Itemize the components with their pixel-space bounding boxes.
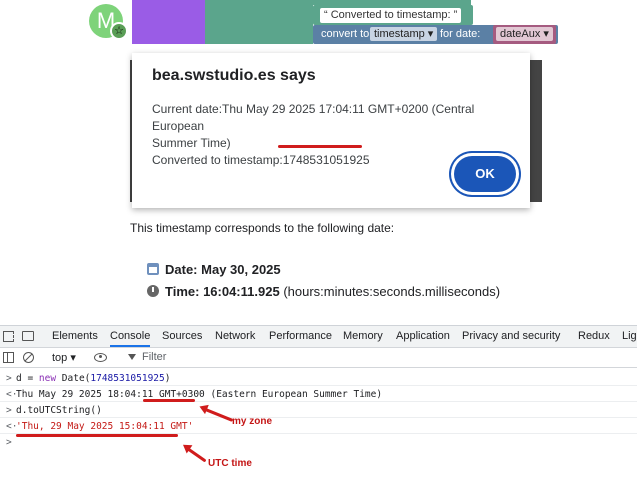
convert-type-dropdown[interactable]: timestamp ▾ bbox=[370, 27, 438, 41]
variable-dropdown[interactable]: dateAux ▾ bbox=[496, 27, 553, 41]
context-selector[interactable]: top ▾ bbox=[52, 351, 76, 364]
tab-console[interactable]: Console bbox=[110, 330, 151, 347]
date-label: Date: bbox=[165, 262, 198, 277]
console-input-line: > d = new Date(1748531051925) bbox=[0, 370, 637, 386]
dialog-title: bea.swstudio.es says bbox=[152, 67, 316, 84]
date-row: Date: May 30, 2025 bbox=[147, 262, 281, 277]
calendar-icon bbox=[147, 263, 159, 275]
clock-icon bbox=[147, 285, 159, 297]
string-block-text: Converted to timestamp: bbox=[330, 9, 451, 21]
string-block-value[interactable]: “ Converted to timestamp: ” bbox=[320, 8, 462, 23]
dialog-line-current-date: Current date:Thu May 29 2025 17:04:11 GM… bbox=[152, 102, 475, 133]
console-result-text: Thu May 29 2025 18:04:11 GMT+0300 (Easte… bbox=[16, 389, 382, 400]
tab-memory[interactable]: Memory bbox=[343, 330, 383, 342]
result-date: Thu May 29 2025 18:04:11 bbox=[16, 389, 159, 400]
devtools-tab-bar: Elements Console Sources Network Perform… bbox=[0, 326, 637, 348]
input-prompt-icon: > bbox=[6, 373, 12, 384]
code-close: ) bbox=[164, 373, 171, 384]
timestamp-value: 1748531051925 bbox=[282, 153, 370, 167]
article-intro: This timestamp corresponds to the follow… bbox=[130, 221, 395, 235]
utc-underline-annotation bbox=[16, 434, 178, 437]
console-toolbar: top ▾ Filter bbox=[0, 348, 637, 368]
date-value: May 30, 2025 bbox=[201, 262, 281, 277]
code-keyword: new bbox=[38, 373, 57, 384]
tab-elements[interactable]: Elements bbox=[52, 330, 98, 342]
code-assign: d = bbox=[16, 373, 39, 384]
alert-dialog: bea.swstudio.es says Current date:Thu Ma… bbox=[132, 53, 530, 208]
tab-performance[interactable]: Performance bbox=[269, 330, 332, 342]
input-prompt-icon: > bbox=[6, 437, 12, 448]
code-number: 1748531051925 bbox=[90, 373, 165, 384]
tab-sources[interactable]: Sources bbox=[162, 330, 202, 342]
console-result-line: <· Thu May 29 2025 18:04:11 GMT+0300 (Ea… bbox=[0, 386, 637, 402]
devtools-panel: Elements Console Sources Network Perform… bbox=[0, 325, 637, 499]
tab-application[interactable]: Application bbox=[396, 330, 450, 342]
tab-lighthouse[interactable]: Lig bbox=[622, 330, 637, 342]
element-picker-icon[interactable] bbox=[3, 331, 14, 342]
my-zone-annotation: my zone bbox=[232, 416, 273, 427]
time-row: Time: 16:04:11.925 (hours:minutes:second… bbox=[147, 284, 500, 299]
utc-time-annotation: UTC time bbox=[208, 458, 252, 469]
result-zone-name: (Eastern European Summer Time) bbox=[204, 389, 383, 400]
tab-redux[interactable]: Redux bbox=[578, 330, 610, 342]
console-input-text: d.toUTCString() bbox=[16, 405, 102, 416]
zone-underline-annotation bbox=[143, 399, 195, 402]
star-badge-icon: ☆ bbox=[110, 22, 128, 40]
console-result-line: <· 'Thu, 29 May 2025 15:04:11 GMT' bbox=[0, 418, 637, 434]
dialog-line-time-zone: Summer Time) bbox=[152, 136, 231, 150]
console-input-text: d = new Date(1748531051925) bbox=[16, 373, 170, 384]
live-expression-eye-icon[interactable] bbox=[94, 353, 107, 362]
convert-type-value: timestamp bbox=[374, 28, 425, 40]
sidebar-toggle-icon[interactable] bbox=[3, 352, 14, 363]
tab-privacy-and-security[interactable]: Privacy and security bbox=[462, 330, 560, 342]
time-value: 16:04:11.925 bbox=[203, 284, 280, 299]
filter-icon bbox=[128, 354, 136, 360]
device-toolbar-icon[interactable] bbox=[22, 331, 34, 341]
input-prompt-icon: > bbox=[6, 405, 12, 416]
console-input-line: > d.toUTCString() bbox=[0, 402, 637, 418]
console-result-string: 'Thu, 29 May 2025 15:04:11 GMT' bbox=[16, 421, 194, 432]
for-date-label: for date: bbox=[440, 28, 481, 40]
time-note: (hours:minutes:seconds.milliseconds) bbox=[283, 284, 501, 299]
convert-to-label: convert to bbox=[321, 28, 370, 40]
timestamp-underline-annotation bbox=[278, 145, 362, 148]
code-call: Date( bbox=[56, 373, 91, 384]
variable-value: dateAux bbox=[500, 28, 541, 40]
time-label: Time: bbox=[165, 284, 200, 299]
filter-input[interactable]: Filter bbox=[142, 351, 166, 363]
timestamp-prefix: Converted to timestamp: bbox=[152, 153, 283, 167]
clear-console-icon[interactable] bbox=[23, 352, 34, 363]
tab-network[interactable]: Network bbox=[215, 330, 255, 342]
green-block[interactable] bbox=[205, 0, 313, 44]
purple-block[interactable] bbox=[132, 0, 205, 44]
ok-button[interactable]: OK bbox=[454, 156, 516, 192]
